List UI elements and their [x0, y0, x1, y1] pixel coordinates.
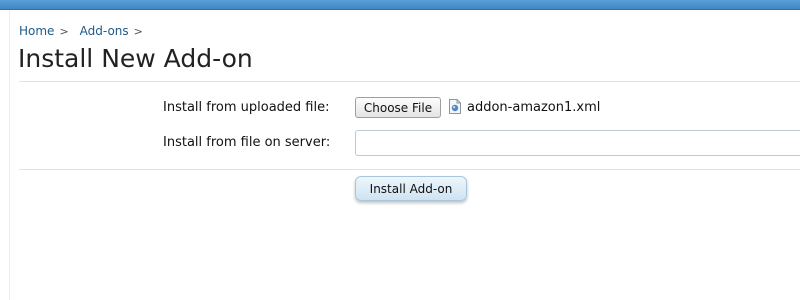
- upload-file-label: Install from uploaded file:: [163, 100, 330, 115]
- breadcrumb-separator: >: [133, 25, 143, 38]
- breadcrumb: Home > Add-ons >: [19, 24, 154, 38]
- selected-file-name: addon-amazon1.xml: [467, 100, 601, 115]
- content-panel: Home > Add-ons > Install New Add-on Install…: [9, 10, 800, 300]
- breadcrumb-add-ons-link[interactable]: Add-ons: [80, 24, 129, 38]
- top-navigation-bar: [0, 0, 800, 10]
- install-add-on-button[interactable]: Install Add-on: [355, 176, 467, 201]
- choose-file-button[interactable]: Choose File: [355, 97, 441, 118]
- file-icon: [449, 99, 461, 114]
- title-divider: [19, 81, 800, 82]
- breadcrumb-home-link[interactable]: Home: [19, 24, 54, 38]
- breadcrumb-separator: >: [59, 25, 69, 38]
- page-title: Install New Add-on: [18, 44, 253, 73]
- server-file-input[interactable]: [355, 130, 800, 156]
- form-divider: [19, 169, 800, 170]
- server-file-label: Install from file on server:: [163, 135, 331, 150]
